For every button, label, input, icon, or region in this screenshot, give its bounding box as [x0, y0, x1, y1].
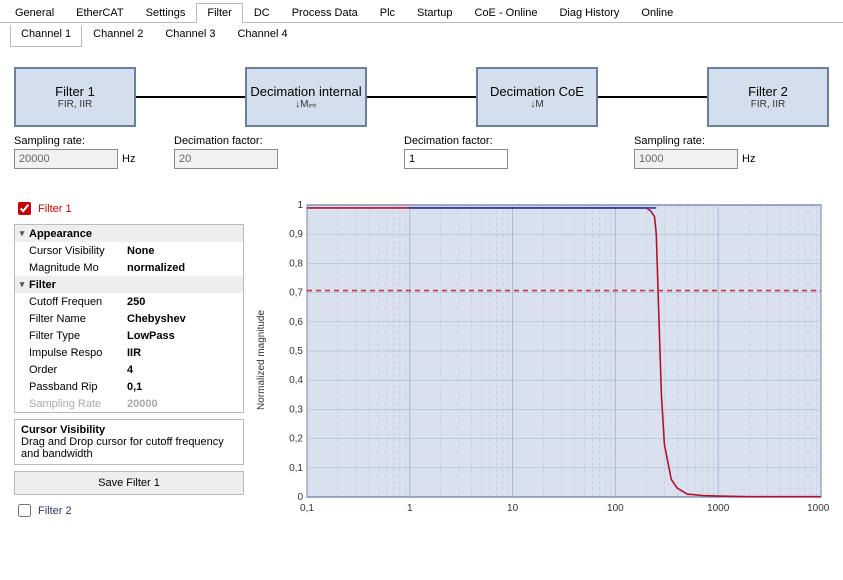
- svg-text:1: 1: [407, 503, 413, 514]
- param-col-1: Decimation factor:: [174, 135, 404, 169]
- tab-filter[interactable]: Filter: [196, 3, 242, 23]
- svg-text:0,4: 0,4: [289, 375, 303, 386]
- help-body: Drag and Drop cursor for cutoff frequenc…: [21, 436, 224, 460]
- param-col-0: Sampling rate: Hz: [14, 135, 174, 169]
- pipeline-connector: [136, 96, 245, 98]
- pipeline-connector: [367, 96, 476, 98]
- chevron-down-icon[interactable]: ▾: [15, 228, 29, 239]
- param-unit: Hz: [122, 153, 135, 165]
- svg-text:10: 10: [507, 503, 519, 514]
- pipeline-node-0[interactable]: Filter 1FIR, IIR: [14, 67, 136, 127]
- chevron-down-icon[interactable]: ▾: [15, 279, 29, 290]
- param-input-3: [634, 149, 738, 169]
- prop-magnitude-mode[interactable]: Magnitude Monormalized: [15, 259, 243, 276]
- svg-text:0: 0: [297, 492, 303, 503]
- tab-settings[interactable]: Settings: [135, 3, 197, 23]
- pipeline-node-3[interactable]: Filter 2FIR, IIR: [707, 67, 829, 127]
- pipeline-connector: [598, 96, 707, 98]
- tab-dc[interactable]: DC: [243, 3, 281, 23]
- filter2-check-label: Filter 2: [38, 505, 72, 517]
- param-label: Decimation factor:: [174, 135, 404, 147]
- group-filter: Filter: [29, 279, 243, 291]
- chart-ylabel: Normalized magnitude: [254, 199, 269, 520]
- svg-text:0,2: 0,2: [289, 434, 303, 445]
- channel-tab-channel-3[interactable]: Channel 3: [154, 25, 226, 47]
- svg-text:0,8: 0,8: [289, 258, 303, 269]
- svg-text:10000: 10000: [807, 503, 829, 514]
- svg-text:0,1: 0,1: [289, 463, 303, 474]
- tab-diag-history[interactable]: Diag History: [548, 3, 630, 23]
- filter1-checkbox[interactable]: Filter 1: [14, 199, 244, 218]
- param-unit: Hz: [742, 153, 755, 165]
- property-grid[interactable]: ▾Appearance Cursor VisibilityNone Magnit…: [14, 224, 244, 413]
- tab-ethercat[interactable]: EtherCAT: [65, 3, 134, 23]
- filter2-check-input[interactable]: [18, 504, 31, 517]
- svg-text:1: 1: [297, 200, 303, 211]
- svg-text:0,5: 0,5: [289, 346, 303, 357]
- main-tabbar: GeneralEtherCATSettingsFilterDCProcess D…: [0, 0, 843, 23]
- channel-tabbar: Channel 1Channel 2Channel 3Channel 4: [0, 25, 843, 47]
- tab-online[interactable]: Online: [630, 3, 684, 23]
- svg-text:0,3: 0,3: [289, 404, 303, 415]
- filter1-check-label: Filter 1: [38, 203, 72, 215]
- channel-tab-channel-2[interactable]: Channel 2: [82, 25, 154, 47]
- svg-text:100: 100: [607, 503, 624, 514]
- svg-text:0,9: 0,9: [289, 229, 303, 240]
- param-label: Sampling rate:: [14, 135, 174, 147]
- tab-coe-online[interactable]: CoE - Online: [464, 3, 549, 23]
- pipeline-node-1[interactable]: Decimation internal↓Mᵢₙₜ: [245, 67, 367, 127]
- param-col-2: Decimation factor:: [404, 135, 634, 169]
- channel-tab-channel-4[interactable]: Channel 4: [226, 25, 298, 47]
- prop-cursor-visibility[interactable]: Cursor VisibilityNone: [15, 242, 243, 259]
- pipeline-params: Sampling rate: Hz Decimation factor:Decima…: [14, 135, 829, 169]
- prop-passband-ripple[interactable]: Passband Rip0,1: [15, 378, 243, 395]
- channel-tab-channel-1[interactable]: Channel 1: [10, 25, 82, 47]
- group-appearance: Appearance: [29, 228, 243, 240]
- filter2-checkbox[interactable]: Filter 2: [14, 501, 244, 520]
- tab-process-data[interactable]: Process Data: [281, 3, 369, 23]
- tab-plc[interactable]: Plc: [369, 3, 406, 23]
- svg-text:0,7: 0,7: [289, 288, 303, 299]
- param-input-0: [14, 149, 118, 169]
- param-label: Decimation factor:: [404, 135, 634, 147]
- param-input-1: [174, 149, 278, 169]
- svg-text:0,1: 0,1: [300, 503, 314, 514]
- filter-pipeline: Filter 1FIR, IIR Decimation internal↓Mᵢₙₜ…: [14, 67, 829, 127]
- prop-cutoff[interactable]: Cutoff Frequen250: [15, 293, 243, 310]
- prop-impulse-response[interactable]: Impulse RespoIIR: [15, 344, 243, 361]
- param-col-3: Sampling rate: Hz: [634, 135, 794, 169]
- prop-sampling-rate: Sampling Rate20000: [15, 395, 243, 412]
- svg-text:0,6: 0,6: [289, 317, 303, 328]
- param-label: Sampling rate:: [634, 135, 794, 147]
- tab-general[interactable]: General: [4, 3, 65, 23]
- help-panel: Cursor Visibility Drag and Drop cursor f…: [14, 419, 244, 465]
- filter1-check-input[interactable]: [18, 202, 31, 215]
- tab-startup[interactable]: Startup: [406, 3, 463, 23]
- help-title: Cursor Visibility: [21, 424, 105, 436]
- prop-filter-type[interactable]: Filter TypeLowPass: [15, 327, 243, 344]
- prop-filter-name[interactable]: Filter NameChebyshev: [15, 310, 243, 327]
- param-input-2[interactable]: [404, 149, 508, 169]
- pipeline-node-2[interactable]: Decimation CoE↓M: [476, 67, 598, 127]
- chart-svg: 00,10,20,30,40,50,60,70,80,910,111010010…: [269, 199, 829, 519]
- save-filter-button[interactable]: Save Filter 1: [14, 471, 244, 495]
- magnitude-plot: Normalized magnitude 00,10,20,30,40,50,6…: [254, 199, 829, 520]
- prop-order[interactable]: Order4: [15, 361, 243, 378]
- svg-text:1000: 1000: [707, 503, 730, 514]
